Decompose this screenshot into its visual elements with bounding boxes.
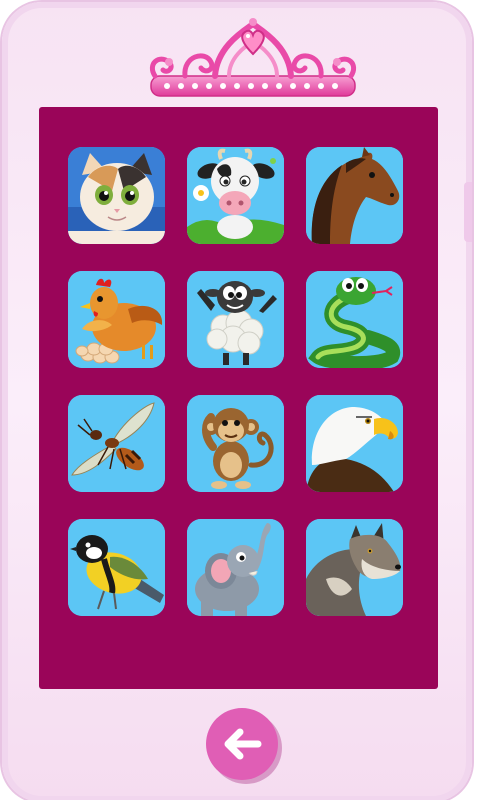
sheep-icon bbox=[187, 271, 284, 368]
animal-screen bbox=[39, 107, 438, 689]
eagle-tile[interactable] bbox=[306, 395, 403, 492]
back-button[interactable] bbox=[206, 708, 278, 780]
monkey-icon bbox=[187, 395, 284, 492]
horse-tile[interactable] bbox=[306, 147, 403, 244]
monkey-tile[interactable] bbox=[187, 395, 284, 492]
hen-tile[interactable] bbox=[68, 271, 165, 368]
phone-side-button bbox=[464, 182, 472, 242]
snake-icon bbox=[306, 271, 403, 368]
bird-icon bbox=[68, 519, 165, 616]
cow-tile[interactable] bbox=[187, 147, 284, 244]
wasp-tile[interactable] bbox=[68, 395, 165, 492]
wolf-tile[interactable] bbox=[306, 519, 403, 616]
cat-tile[interactable] bbox=[68, 147, 165, 244]
wasp-icon bbox=[68, 395, 165, 492]
animal-grid bbox=[68, 147, 403, 616]
bird-tile[interactable] bbox=[68, 519, 165, 616]
hen-icon bbox=[68, 271, 165, 368]
elephant-tile[interactable] bbox=[187, 519, 284, 616]
back-arrow-icon bbox=[224, 728, 262, 760]
snake-tile[interactable] bbox=[306, 271, 403, 368]
eagle-icon bbox=[306, 395, 403, 492]
phone-frame bbox=[2, 2, 472, 800]
cow-icon bbox=[187, 147, 284, 244]
horse-icon bbox=[306, 147, 403, 244]
elephant-icon bbox=[187, 519, 284, 616]
sheep-tile[interactable] bbox=[187, 271, 284, 368]
tiara-icon bbox=[145, 16, 361, 102]
wolf-icon bbox=[306, 519, 403, 616]
cat-icon bbox=[68, 147, 165, 244]
